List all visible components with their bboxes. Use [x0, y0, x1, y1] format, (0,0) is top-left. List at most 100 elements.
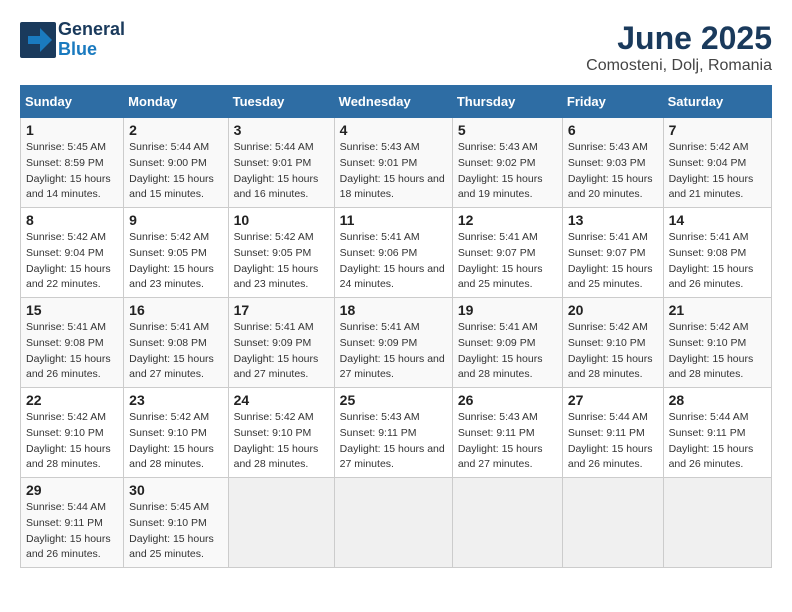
day-info: Sunrise: 5:41 AMSunset: 9:07 PMDaylight:… — [458, 230, 557, 293]
day-info: Sunrise: 5:44 AMSunset: 9:11 PMDaylight:… — [568, 410, 658, 473]
table-row: 22 Sunrise: 5:42 AMSunset: 9:10 PMDayligh… — [21, 388, 124, 478]
table-row: 26Sunrise: 5:43 AMSunset: 9:11 PMDayligh… — [452, 388, 562, 478]
day-number: 26 — [458, 392, 557, 408]
day-info: Sunrise: 5:41 AMSunset: 9:08 PMDaylight:… — [26, 320, 118, 383]
day-info: Sunrise: 5:42 AMSunset: 9:10 PMDaylight:… — [568, 320, 658, 383]
table-row — [334, 478, 452, 568]
day-info: Sunrise: 5:44 AMSunset: 9:01 PMDaylight:… — [234, 140, 329, 203]
table-row — [228, 478, 334, 568]
table-row: 7Sunrise: 5:42 AMSunset: 9:04 PMDaylight… — [663, 118, 771, 208]
col-tuesday: Tuesday — [228, 86, 334, 118]
table-row: 14 Sunrise: 5:41 AMSunset: 9:08 PMDayligh… — [663, 208, 771, 298]
table-row: 20 Sunrise: 5:42 AMSunset: 9:10 PMDayligh… — [562, 298, 663, 388]
table-row — [452, 478, 562, 568]
table-row: 28 Sunrise: 5:44 AMSunset: 9:11 PMDayligh… — [663, 388, 771, 478]
col-saturday: Saturday — [663, 86, 771, 118]
calendar-week-row: 15 Sunrise: 5:41 AMSunset: 9:08 PMDayligh… — [21, 298, 772, 388]
col-sunday: Sunday — [21, 86, 124, 118]
table-row: 4 Sunrise: 5:43 AMSunset: 9:01 PMDaylight… — [334, 118, 452, 208]
day-number: 23 — [129, 392, 222, 408]
table-row: 30 Sunrise: 5:45 AMSunset: 9:10 PMDayligh… — [124, 478, 228, 568]
day-info: Sunrise: 5:41 AMSunset: 9:08 PMDaylight:… — [129, 320, 222, 383]
logo-general: General — [58, 20, 125, 40]
day-number: 15 — [26, 302, 118, 318]
table-row: 1Sunrise: 5:45 AMSunset: 8:59 PMDaylight… — [21, 118, 124, 208]
logo-blue: Blue — [58, 40, 125, 60]
day-info: Sunrise: 5:41 AMSunset: 9:09 PMDaylight:… — [340, 320, 447, 383]
day-info: Sunrise: 5:44 AMSunset: 9:11 PMDaylight:… — [26, 500, 118, 563]
day-number: 16 — [129, 302, 222, 318]
day-number: 10 — [234, 212, 329, 228]
table-row: 24Sunrise: 5:42 AMSunset: 9:10 PMDayligh… — [228, 388, 334, 478]
table-row — [562, 478, 663, 568]
table-row: 17 Sunrise: 5:41 AMSunset: 9:09 PMDayligh… — [228, 298, 334, 388]
day-number: 9 — [129, 212, 222, 228]
table-row: 19 Sunrise: 5:41 AMSunset: 9:09 PMDayligh… — [452, 298, 562, 388]
calendar-week-row: 29 Sunrise: 5:44 AMSunset: 9:11 PMDayligh… — [21, 478, 772, 568]
day-number: 21 — [669, 302, 766, 318]
calendar-week-row: 8Sunrise: 5:42 AMSunset: 9:04 PMDaylight… — [21, 208, 772, 298]
day-number: 11 — [340, 212, 447, 228]
calendar-title: June 2025 — [586, 20, 772, 57]
table-row: 11 Sunrise: 5:41 AMSunset: 9:06 PMDayligh… — [334, 208, 452, 298]
col-thursday: Thursday — [452, 86, 562, 118]
table-row: 6 Sunrise: 5:43 AMSunset: 9:03 PMDaylight… — [562, 118, 663, 208]
table-row: 12Sunrise: 5:41 AMSunset: 9:07 PMDayligh… — [452, 208, 562, 298]
day-number: 4 — [340, 122, 447, 138]
day-number: 19 — [458, 302, 557, 318]
day-info: Sunrise: 5:42 AMSunset: 9:05 PMDaylight:… — [234, 230, 329, 293]
table-row: 21 Sunrise: 5:42 AMSunset: 9:10 PMDayligh… — [663, 298, 771, 388]
day-info: Sunrise: 5:41 AMSunset: 9:08 PMDaylight:… — [669, 230, 766, 293]
title-area: June 2025 Comosteni, Dolj, Romania — [586, 20, 772, 75]
table-row: 13 Sunrise: 5:41 AMSunset: 9:07 PMDayligh… — [562, 208, 663, 298]
day-number: 17 — [234, 302, 329, 318]
calendar-header-row: Sunday Monday Tuesday Wednesday Thursday… — [21, 86, 772, 118]
table-row — [663, 478, 771, 568]
day-number: 29 — [26, 482, 118, 498]
day-info: Sunrise: 5:41 AMSunset: 9:09 PMDaylight:… — [458, 320, 557, 383]
day-info: Sunrise: 5:43 AMSunset: 9:01 PMDaylight:… — [340, 140, 447, 203]
table-row: 25Sunrise: 5:43 AMSunset: 9:11 PMDayligh… — [334, 388, 452, 478]
table-row: 15 Sunrise: 5:41 AMSunset: 9:08 PMDayligh… — [21, 298, 124, 388]
day-info: Sunrise: 5:41 AMSunset: 9:09 PMDaylight:… — [234, 320, 329, 383]
table-row: 5Sunrise: 5:43 AMSunset: 9:02 PMDaylight… — [452, 118, 562, 208]
table-row: 23 Sunrise: 5:42 AMSunset: 9:10 PMDayligh… — [124, 388, 228, 478]
day-number: 8 — [26, 212, 118, 228]
day-info: Sunrise: 5:43 AMSunset: 9:03 PMDaylight:… — [568, 140, 658, 203]
day-number: 3 — [234, 122, 329, 138]
logo-text: General Blue — [58, 20, 125, 60]
day-number: 13 — [568, 212, 658, 228]
day-info: Sunrise: 5:41 AMSunset: 9:07 PMDaylight:… — [568, 230, 658, 293]
table-row: 3 Sunrise: 5:44 AMSunset: 9:01 PMDaylight… — [228, 118, 334, 208]
table-row: 9 Sunrise: 5:42 AMSunset: 9:05 PMDaylight… — [124, 208, 228, 298]
day-number: 28 — [669, 392, 766, 408]
day-number: 27 — [568, 392, 658, 408]
day-number: 6 — [568, 122, 658, 138]
table-row: 29 Sunrise: 5:44 AMSunset: 9:11 PMDayligh… — [21, 478, 124, 568]
day-info: Sunrise: 5:42 AMSunset: 9:10 PMDaylight:… — [26, 410, 118, 473]
day-info: Sunrise: 5:42 AMSunset: 9:10 PMDaylight:… — [669, 320, 766, 383]
day-info: Sunrise: 5:44 AMSunset: 9:11 PMDaylight:… — [669, 410, 766, 473]
calendar-week-row: 22 Sunrise: 5:42 AMSunset: 9:10 PMDayligh… — [21, 388, 772, 478]
header: General Blue June 2025 Comosteni, Dolj, … — [20, 20, 772, 75]
calendar-subtitle: Comosteni, Dolj, Romania — [586, 57, 772, 75]
day-info: Sunrise: 5:43 AMSunset: 9:11 PMDaylight:… — [340, 410, 447, 473]
day-number: 14 — [669, 212, 766, 228]
day-number: 2 — [129, 122, 222, 138]
col-friday: Friday — [562, 86, 663, 118]
day-info: Sunrise: 5:45 AMSunset: 8:59 PMDaylight:… — [26, 140, 118, 203]
day-number: 7 — [669, 122, 766, 138]
table-row: 10 Sunrise: 5:42 AMSunset: 9:05 PMDayligh… — [228, 208, 334, 298]
day-info: Sunrise: 5:41 AMSunset: 9:06 PMDaylight:… — [340, 230, 447, 293]
calendar-week-row: 1Sunrise: 5:45 AMSunset: 8:59 PMDaylight… — [21, 118, 772, 208]
table-row: 2Sunrise: 5:44 AMSunset: 9:00 PMDaylight… — [124, 118, 228, 208]
day-number: 20 — [568, 302, 658, 318]
table-row: 16 Sunrise: 5:41 AMSunset: 9:08 PMDayligh… — [124, 298, 228, 388]
day-info: Sunrise: 5:45 AMSunset: 9:10 PMDaylight:… — [129, 500, 222, 563]
day-number: 18 — [340, 302, 447, 318]
day-info: Sunrise: 5:42 AMSunset: 9:10 PMDaylight:… — [129, 410, 222, 473]
day-info: Sunrise: 5:42 AMSunset: 9:05 PMDaylight:… — [129, 230, 222, 293]
day-number: 30 — [129, 482, 222, 498]
day-number: 22 — [26, 392, 118, 408]
table-row: 27 Sunrise: 5:44 AMSunset: 9:11 PMDayligh… — [562, 388, 663, 478]
